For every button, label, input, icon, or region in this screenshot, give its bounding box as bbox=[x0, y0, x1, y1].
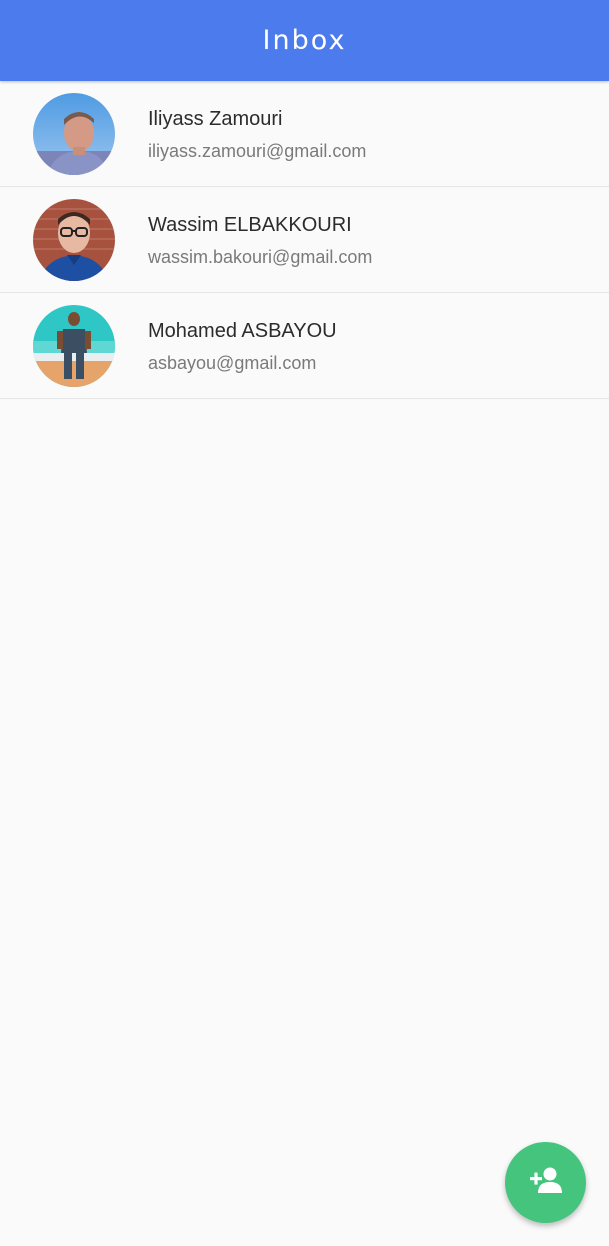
inbox-screen: Inbox Iliyass Zamouri iliyass.zamouri@gm… bbox=[0, 0, 609, 1246]
contact-list: Iliyass Zamouri iliyass.zamouri@gmail.co… bbox=[0, 81, 609, 399]
avatar bbox=[33, 93, 115, 175]
contact-name: Wassim ELBAKKOURI bbox=[148, 214, 352, 236]
contact-name: Iliyass Zamouri bbox=[148, 108, 283, 130]
page-title: Inbox bbox=[262, 25, 347, 56]
list-item[interactable]: Mohamed ASBAYOU asbayou@gmail.com bbox=[0, 293, 609, 399]
contact-email: wassim.bakouri@gmail.com bbox=[148, 247, 373, 267]
avatar bbox=[33, 199, 115, 281]
contact-email: asbayou@gmail.com bbox=[148, 353, 317, 373]
person-add-icon bbox=[528, 1165, 564, 1200]
avatar bbox=[33, 305, 115, 387]
list-item[interactable]: Wassim ELBAKKOURI wassim.bakouri@gmail.c… bbox=[0, 187, 609, 293]
add-contact-button[interactable] bbox=[505, 1142, 586, 1223]
app-bar: Inbox bbox=[0, 0, 609, 81]
list-item[interactable]: Iliyass Zamouri iliyass.zamouri@gmail.co… bbox=[0, 81, 609, 187]
contact-name: Mohamed ASBAYOU bbox=[148, 320, 337, 342]
contact-email: iliyass.zamouri@gmail.com bbox=[148, 141, 367, 161]
